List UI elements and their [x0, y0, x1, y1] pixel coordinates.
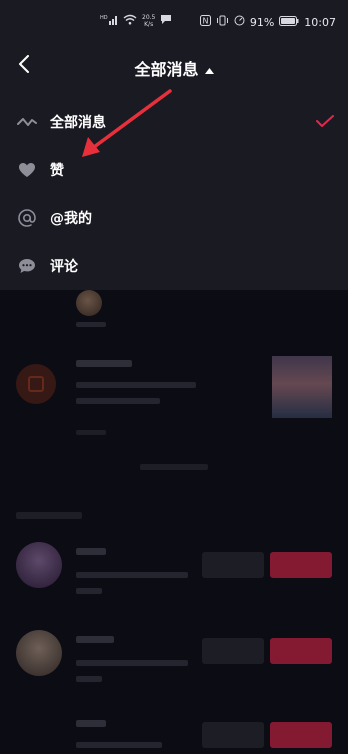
message-bubble-icon [160, 14, 172, 28]
placeholder-line [76, 548, 106, 555]
avatar [16, 542, 62, 588]
status-center: HD 20.5 K/s [100, 14, 172, 28]
follow-button[interactable] [270, 722, 332, 748]
filter-item-likes[interactable]: 赞 [0, 146, 348, 194]
filter-item-all[interactable]: 全部消息 [0, 98, 348, 146]
checkmark-icon [316, 113, 334, 132]
filter-item-comments[interactable]: 评论 [0, 242, 348, 290]
speed-gauge-icon [234, 15, 245, 29]
placeholder-line [76, 720, 106, 727]
follow-button[interactable] [270, 638, 332, 664]
vibrate-icon [216, 15, 229, 29]
svg-text:N: N [202, 17, 208, 26]
placeholder-line [76, 572, 188, 578]
avatar-glyph [28, 376, 44, 392]
filter-item-label: @我的 [50, 211, 92, 227]
network-speed-value: 20.5 [142, 14, 156, 21]
filter-item-label: 评论 [50, 259, 78, 275]
comment-icon [16, 255, 38, 277]
placeholder-line [76, 742, 162, 748]
heart-icon [16, 159, 38, 181]
placeholder-line [76, 398, 160, 404]
caret-up-icon [204, 59, 214, 78]
filter-dropdown: 全部消息 赞 @我的 评论 [0, 90, 348, 290]
placeholder-line [76, 636, 114, 643]
cellular-signal-icon: HD [100, 14, 118, 28]
post-thumbnail [272, 356, 332, 418]
avatar [16, 630, 62, 676]
remove-button[interactable] [202, 722, 264, 748]
header: 全部消息 [0, 44, 348, 90]
at-icon [16, 207, 38, 229]
message-filter-toggle[interactable]: 全部消息 [0, 56, 348, 80]
placeholder-line [140, 464, 208, 470]
clock-time: 10:07 [304, 15, 336, 29]
filter-item-label: 赞 [50, 163, 64, 179]
filter-item-label: 全部消息 [50, 115, 106, 131]
status-right: N 91% 10:07 [199, 15, 336, 29]
nfc-icon: N [199, 15, 211, 29]
avatar [76, 290, 102, 316]
page-title: 全部消息 [134, 60, 199, 79]
network-speed: 20.5 K/s [142, 14, 155, 28]
placeholder-line [76, 588, 102, 594]
network-speed-unit: K/s [144, 21, 154, 28]
remove-button[interactable] [202, 552, 264, 578]
placeholder-line [16, 512, 82, 519]
placeholder-line [76, 322, 106, 327]
placeholder-line [76, 430, 106, 435]
svg-text:HD: HD [100, 15, 108, 21]
wifi-icon [123, 14, 137, 28]
wave-icon [16, 111, 38, 133]
placeholder-line [76, 360, 132, 367]
battery-percent: 91% [249, 15, 275, 29]
message-list-dimmed [0, 290, 348, 754]
placeholder-line [76, 660, 188, 666]
status-bar: HD 20.5 K/s N 91% 10:07 [0, 0, 348, 44]
placeholder-line [76, 382, 196, 388]
remove-button[interactable] [202, 638, 264, 664]
follow-button[interactable] [270, 552, 332, 578]
placeholder-line [76, 676, 102, 682]
filter-item-mentions[interactable]: @我的 [0, 194, 348, 242]
battery-icon [279, 15, 299, 29]
